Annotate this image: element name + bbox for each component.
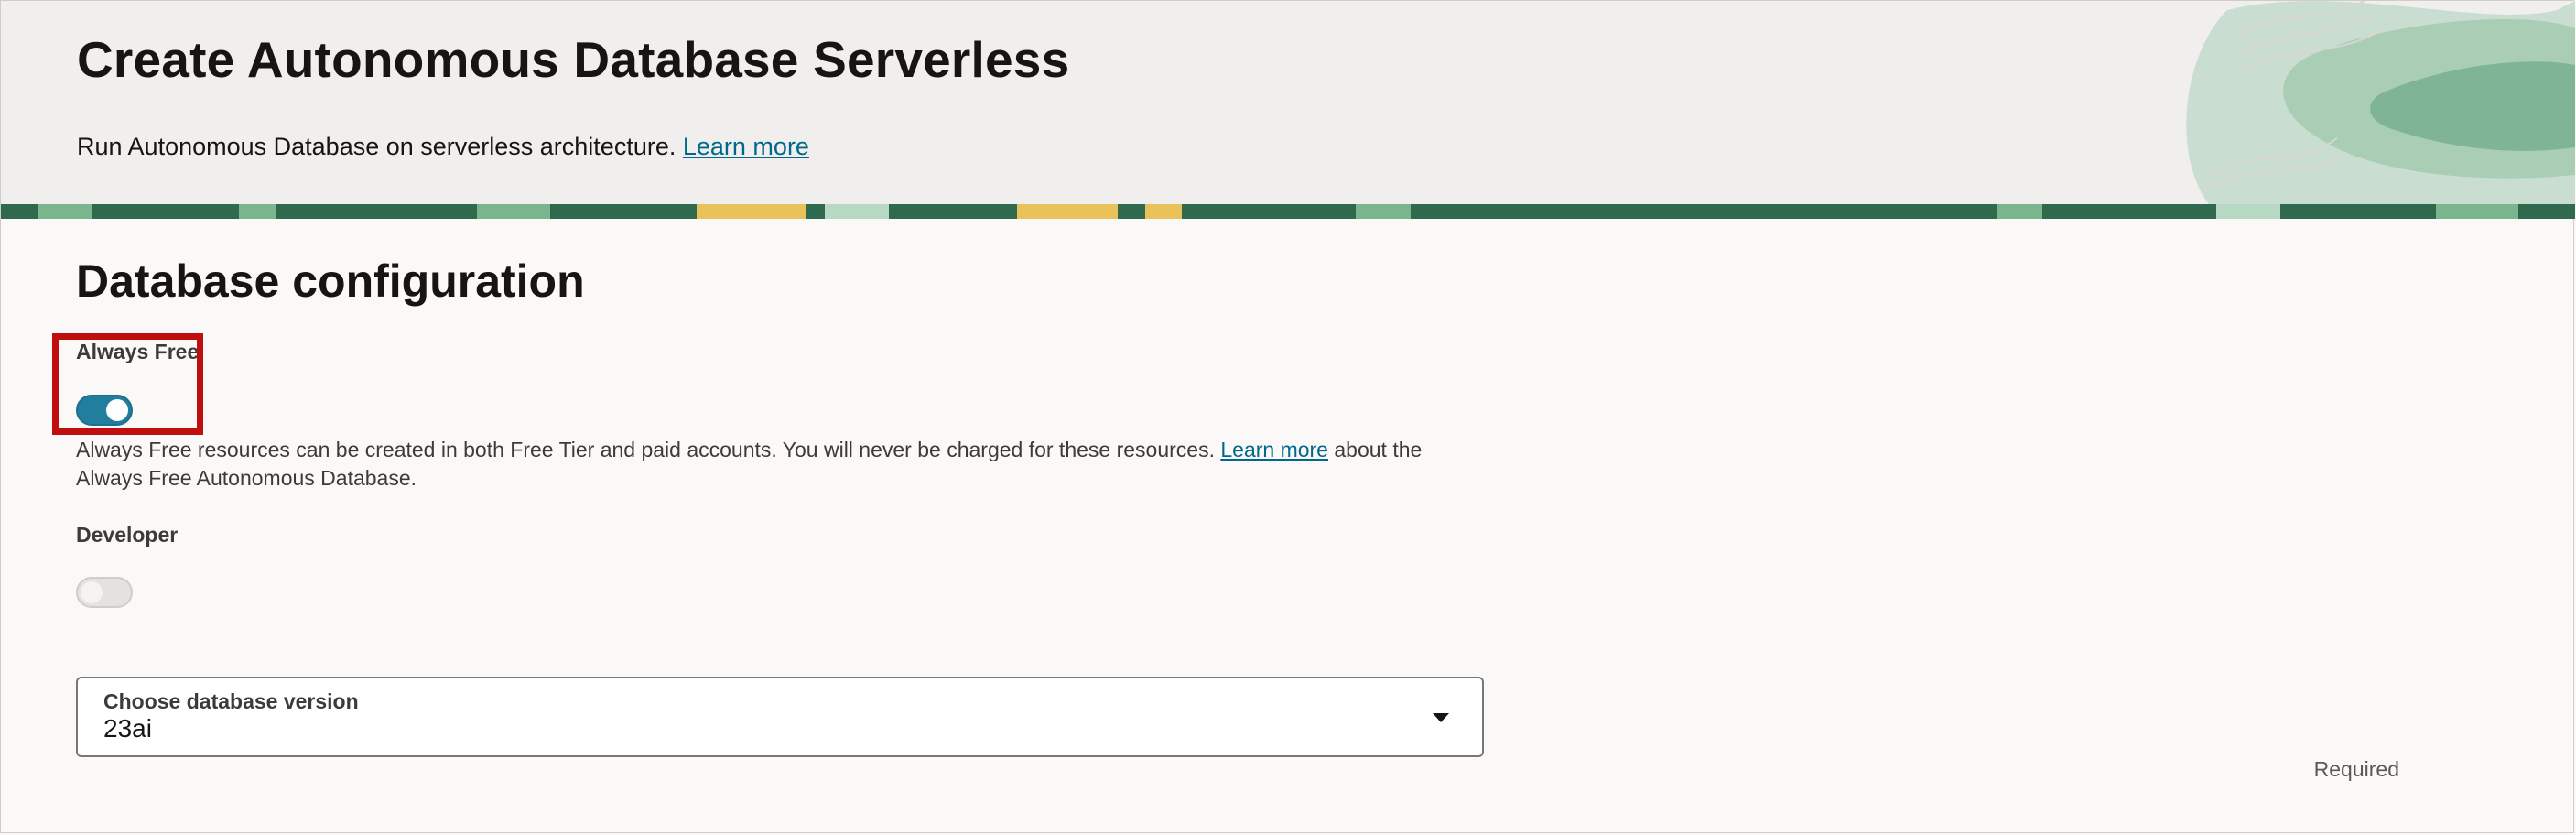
developer-toggle[interactable] (76, 577, 133, 608)
required-hint: Required (2313, 757, 2399, 781)
chevron-down-icon (1433, 713, 1449, 722)
learn-more-link[interactable]: Learn more (683, 133, 809, 160)
database-version-label: Choose database version (103, 689, 359, 713)
toggle-knob (81, 581, 103, 603)
always-free-toggle[interactable] (76, 395, 133, 426)
always-free-learn-more-link[interactable]: Learn more (1220, 438, 1328, 461)
section-title: Database configuration (76, 255, 585, 307)
page-header: Create Autonomous Database Serverless Ru… (1, 1, 2575, 204)
page-title: Create Autonomous Database Serverless (77, 31, 1070, 88)
decorative-banner (1, 204, 2575, 219)
always-free-help-text: Always Free resources can be created in … (76, 436, 1486, 493)
developer-label: Developer (76, 523, 179, 547)
page-subtitle: Run Autonomous Database on serverless ar… (77, 133, 809, 161)
help-text-main: Always Free resources can be created in … (76, 438, 1215, 461)
database-version-value: 23ai (103, 714, 152, 743)
subtitle-text: Run Autonomous Database on serverless ar… (77, 133, 676, 160)
database-version-select[interactable]: Choose database version 23ai (76, 677, 1484, 757)
header-decoration (2186, 1, 2575, 204)
toggle-knob (106, 399, 128, 421)
